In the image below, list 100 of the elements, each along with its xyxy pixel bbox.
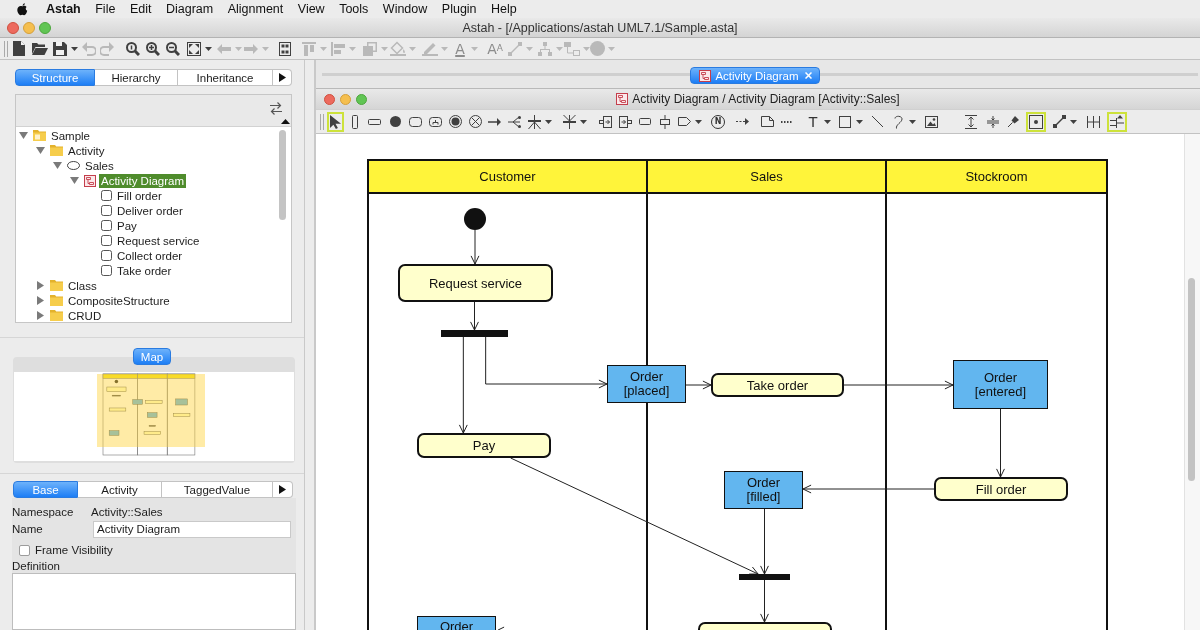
tree-item[interactable]: Deliver order <box>115 203 185 218</box>
vertical-scrollbar[interactable] <box>1184 134 1200 630</box>
tree-item[interactable]: Collect order <box>115 248 185 263</box>
zoom-in-icon[interactable] <box>146 41 160 56</box>
lane-header: Stockroom <box>887 161 1106 194</box>
tree-item[interactable]: Activity <box>66 143 107 158</box>
field-value: Activity::Sales <box>91 506 163 518</box>
field-label: Name <box>12 523 44 535</box>
folder-icon <box>50 295 63 306</box>
checkbox[interactable] <box>19 544 30 556</box>
tab[interactable]: TaggedValue <box>162 481 273 498</box>
object-state: [entered] <box>974 384 1027 399</box>
tree-item[interactable]: CRUD <box>66 308 104 322</box>
app-menu[interactable]: Astah <box>46 2 81 16</box>
grid-icon[interactable] <box>279 41 291 56</box>
triangle-down-icon[interactable] <box>69 177 79 184</box>
initial-node <box>464 208 486 230</box>
tab-scroll-button[interactable] <box>273 69 292 86</box>
tab[interactable]: Inheritance <box>178 69 273 86</box>
caret-icon[interactable] <box>855 119 863 124</box>
caret-icon[interactable] <box>694 119 702 124</box>
folder-icon <box>50 310 63 321</box>
rounded-square-icon <box>101 250 112 261</box>
tree-item[interactable]: Sample <box>49 128 92 143</box>
tab[interactable]: Activity <box>78 481 162 498</box>
triangle-down-icon[interactable] <box>35 147 45 154</box>
action-node: Take order <box>711 373 844 397</box>
folder-icon <box>50 280 63 291</box>
swap-arrows-icon[interactable] <box>270 102 282 115</box>
toolbar-grip <box>320 113 324 130</box>
flow-arrow <box>470 229 480 265</box>
menu-item[interactable]: File <box>95 2 116 16</box>
caret-icon[interactable] <box>1069 119 1077 124</box>
close-button[interactable] <box>324 93 335 105</box>
triangle-right-icon[interactable] <box>278 73 286 82</box>
diagram-icon <box>616 93 629 105</box>
tree-item[interactable]: Request service <box>115 233 202 248</box>
tab[interactable]: Hierarchy <box>95 69 178 86</box>
menu-item[interactable]: Window <box>382 2 428 16</box>
ellipse-icon <box>67 161 80 170</box>
dot-square-icon[interactable] <box>1026 111 1046 132</box>
object-name: Order <box>746 476 781 490</box>
caret-icon[interactable] <box>204 46 212 51</box>
toolbar-grip <box>4 40 8 57</box>
tab-scroll-button[interactable] <box>273 481 293 498</box>
flow-arrow <box>760 579 769 623</box>
tree-item[interactable]: Take order <box>115 263 174 278</box>
tree-item[interactable]: Sales <box>83 158 116 173</box>
tree-item[interactable]: Fill order <box>115 188 164 203</box>
scrollbar-thumb[interactable] <box>279 130 286 220</box>
flow-arrow <box>996 408 1005 478</box>
field-label: Definition <box>12 559 60 572</box>
menu-item[interactable]: Edit <box>129 2 152 16</box>
tree-item[interactable]: Activity Diagram <box>99 173 187 188</box>
small-rectangle-icon[interactable] <box>636 115 654 128</box>
close-icon[interactable] <box>804 72 812 79</box>
editor-title: Activity Diagram / Activity Diagram [Activity::Sales] <box>632 92 900 106</box>
close-button[interactable] <box>7 21 19 34</box>
menu-item[interactable]: Plugin <box>441 2 477 16</box>
caret-icon[interactable] <box>579 119 587 124</box>
save-icon[interactable] <box>53 41 67 56</box>
new-file-icon[interactable] <box>13 41 25 56</box>
caret-icon[interactable] <box>544 119 552 124</box>
definition-field[interactable] <box>12 573 296 630</box>
caret-icon[interactable] <box>70 46 78 51</box>
checkbox-label[interactable]: Frame Visibility <box>35 544 113 556</box>
window-title: Astah - [/Applications/astah UML7.1/Sample.asta] <box>462 20 738 35</box>
zoom-out-icon[interactable] <box>166 41 180 56</box>
caret-icon[interactable] <box>908 119 916 124</box>
object-state: [filled] <box>746 490 781 504</box>
menu-item[interactable]: Tools <box>339 2 369 16</box>
tree-item[interactable]: Pay <box>115 218 139 233</box>
open-folder-icon[interactable] <box>32 42 48 55</box>
scrollbar-thumb[interactable] <box>1188 278 1195 481</box>
object-state: [placed] <box>623 384 670 398</box>
diagram-icon <box>84 174 96 187</box>
triangle-up-icon[interactable] <box>281 119 290 124</box>
menu-item[interactable]: Help <box>491 2 517 16</box>
apple-icon[interactable] <box>17 2 28 16</box>
fit-window-icon[interactable] <box>187 41 201 56</box>
tree-item[interactable]: Class <box>66 278 99 293</box>
tree-item[interactable]: CompositeStructure <box>66 293 172 308</box>
object-name: Order <box>629 370 664 384</box>
lane-header: Sales <box>648 161 885 194</box>
magnifier-icon[interactable] <box>126 41 140 56</box>
menu-item[interactable]: Diagram <box>165 2 214 16</box>
rounded-square-icon <box>101 265 112 276</box>
triangle-down-icon[interactable] <box>52 162 62 169</box>
menu-item[interactable]: Alignment <box>227 2 284 16</box>
menu-item[interactable]: View <box>297 2 325 16</box>
pointer-icon[interactable] <box>326 111 344 132</box>
action-node: Fill order <box>934 477 1068 501</box>
triangle-down-icon[interactable] <box>18 132 28 139</box>
triangle-right-icon[interactable] <box>279 485 286 494</box>
text-tool-button[interactable]: T <box>807 113 819 130</box>
field-label: Namespace <box>12 506 75 518</box>
rounded-square-icon <box>101 220 112 231</box>
name-field[interactable]: Activity Diagram <box>93 520 291 538</box>
join-bar <box>739 574 790 580</box>
caret-icon[interactable] <box>823 119 831 124</box>
